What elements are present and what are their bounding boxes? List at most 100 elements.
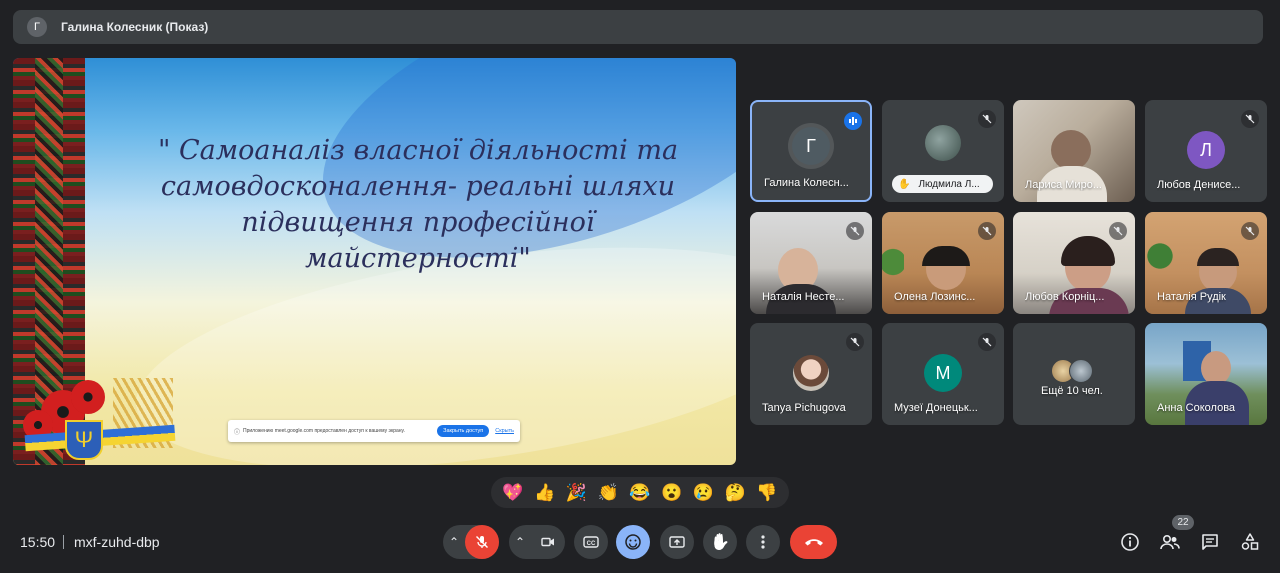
participant-name: Анна Соколова xyxy=(1157,402,1236,414)
party-popper-reaction[interactable]: 🎉 xyxy=(566,484,587,501)
mic-off-icon xyxy=(978,110,996,128)
participant-tile[interactable]: Анна Соколова xyxy=(1145,323,1267,425)
captions-button[interactable]: CC xyxy=(574,525,608,559)
participant-tile[interactable]: Олена Лозинс... xyxy=(882,212,1004,314)
more-vert-icon xyxy=(761,535,765,549)
divider xyxy=(63,535,64,549)
slide-title-line: майстерності" xyxy=(305,243,531,274)
camera-control-group: ⌃ xyxy=(509,525,565,559)
avatar: Л xyxy=(1187,131,1225,169)
participant-tile[interactable]: Л Любов Денисе... xyxy=(1145,100,1267,202)
mic-off-icon xyxy=(978,333,996,351)
participant-name: Наталія Несте... xyxy=(762,291,845,303)
present-screen-button[interactable] xyxy=(660,525,694,559)
participant-name: Лариса Миро... xyxy=(1025,179,1102,191)
video-options-chevron-icon[interactable]: ⌃ xyxy=(509,525,531,559)
present-icon xyxy=(669,536,685,548)
raise-hand-button[interactable]: ✋ xyxy=(703,525,737,559)
crying-reaction[interactable]: 😢 xyxy=(693,484,714,501)
slide-title-line: " Самоаналіз власної діяльності та xyxy=(157,135,679,166)
participant-tile[interactable]: Г Галина Колесн... xyxy=(750,100,872,202)
participant-name: Наталія Рудік xyxy=(1157,291,1226,303)
people-count-badge: 22 xyxy=(1172,515,1194,530)
meeting-code: mxf-zuhd-dbp xyxy=(74,534,160,550)
hand-icon: ✋ xyxy=(710,534,730,551)
more-participants-tile[interactable]: Ещё 10 чел. xyxy=(1013,323,1135,425)
plant-decoration xyxy=(1147,228,1173,284)
laughing-reaction[interactable]: 😂 xyxy=(629,484,650,501)
participant-name: Любов Корніц... xyxy=(1025,291,1105,303)
sparkling-heart-reaction[interactable]: 💖 xyxy=(502,484,523,501)
poppy-decoration xyxy=(71,380,105,414)
participant-name: Музеї Донецьк... xyxy=(894,402,978,414)
participant-tile[interactable]: Tanya Pichugova xyxy=(750,323,872,425)
raised-hand-icon: ✋ xyxy=(898,178,911,190)
participant-tile[interactable]: М Музеї Донецьк... xyxy=(882,323,1004,425)
person-silhouette xyxy=(1201,351,1231,385)
more-participants-avatars xyxy=(1051,359,1093,383)
share-notice-text: Приложению meet.google.com предоставлен … xyxy=(243,428,405,434)
participant-name: Людмила Л... xyxy=(918,178,980,190)
participant-tile[interactable]: Любов Корніц... xyxy=(1013,212,1135,314)
activities-button[interactable] xyxy=(1238,530,1262,554)
participant-name: Олена Лозинс... xyxy=(894,291,976,303)
slide-title-line: підвищення професійної xyxy=(241,207,595,238)
mic-off-icon xyxy=(1241,110,1259,128)
trident-emblem: Ψ xyxy=(65,420,103,460)
presenter-title: Галина Колесник (Показ) xyxy=(61,20,209,34)
stop-sharing-button[interactable]: Закрыть доступ xyxy=(437,425,490,437)
reactions-bar: 💖 👍 🎉 👏 😂 😮 😢 🤔 👎 xyxy=(491,477,789,508)
chat-icon xyxy=(1202,534,1218,550)
mic-toggle-button[interactable] xyxy=(465,525,499,559)
emoji-icon xyxy=(625,534,641,550)
participant-tile[interactable]: Наталія Несте... xyxy=(750,212,872,314)
mic-off-icon xyxy=(846,333,864,351)
avatar: Г xyxy=(792,127,830,166)
audio-options-chevron-icon[interactable]: ⌃ xyxy=(443,525,465,559)
leave-call-button[interactable] xyxy=(790,525,837,559)
shapes-icon xyxy=(1241,533,1259,550)
participant-tile[interactable]: Наталія Рудік xyxy=(1145,212,1267,314)
avatar xyxy=(793,355,829,391)
participant-tile[interactable]: Лариса Миро... xyxy=(1013,100,1135,202)
participant-name: Tanya Pichugova xyxy=(762,402,846,414)
participant-tile[interactable]: ✋ Людмила Л... xyxy=(882,100,1004,202)
captions-icon: CC xyxy=(583,536,599,548)
people-icon xyxy=(1160,534,1180,550)
mic-off-icon xyxy=(978,222,996,240)
raised-hand-badge: ✋ Людмила Л... xyxy=(892,175,993,193)
mic-off-icon xyxy=(1109,222,1127,240)
avatar: М xyxy=(924,354,962,392)
hide-notice-link[interactable]: Скрыть xyxy=(495,428,514,434)
more-options-button[interactable] xyxy=(746,525,780,559)
camera-toggle-button[interactable] xyxy=(531,525,565,559)
mic-off-icon xyxy=(1241,222,1259,240)
svg-text:CC: CC xyxy=(587,541,596,547)
presenter-bar[interactable]: Г Галина Колесник (Показ) xyxy=(13,10,1263,44)
slide-title-line: самовдосконалення- реальні шляхи xyxy=(160,171,676,202)
chat-button[interactable] xyxy=(1198,530,1222,554)
clock: 15:50 xyxy=(20,534,56,550)
plant-decoration xyxy=(882,232,904,292)
thumbs-up-reaction[interactable]: 👍 xyxy=(534,484,555,501)
participant-name: Галина Колесн... xyxy=(764,177,849,189)
thinking-reaction[interactable]: 🤔 xyxy=(725,484,746,501)
people-button[interactable] xyxy=(1158,530,1182,554)
participant-name: Любов Денисе... xyxy=(1157,179,1241,191)
reactions-button[interactable] xyxy=(616,525,650,559)
speaking-indicator-icon xyxy=(844,112,862,130)
surprised-reaction[interactable]: 😮 xyxy=(661,484,682,501)
info-icon: ⓘ xyxy=(234,429,241,436)
mic-off-icon xyxy=(846,222,864,240)
meeting-details-button[interactable] xyxy=(1118,530,1142,554)
avatar-letter: Г xyxy=(806,135,816,156)
clapping-reaction[interactable]: 👏 xyxy=(598,484,619,501)
mic-control-group: ⌃ xyxy=(443,525,499,559)
avatar-letter: Л xyxy=(1200,139,1212,160)
slide-title: " Самоаналіз власної діяльності та самов… xyxy=(123,133,713,277)
camera-icon xyxy=(541,537,554,547)
mic-off-icon xyxy=(476,536,488,548)
avatar-letter: М xyxy=(935,362,951,383)
thumbs-down-reaction[interactable]: 👎 xyxy=(756,484,777,501)
screen-share-notice: ⓘ Приложению meet.google.com предоставле… xyxy=(228,420,520,442)
